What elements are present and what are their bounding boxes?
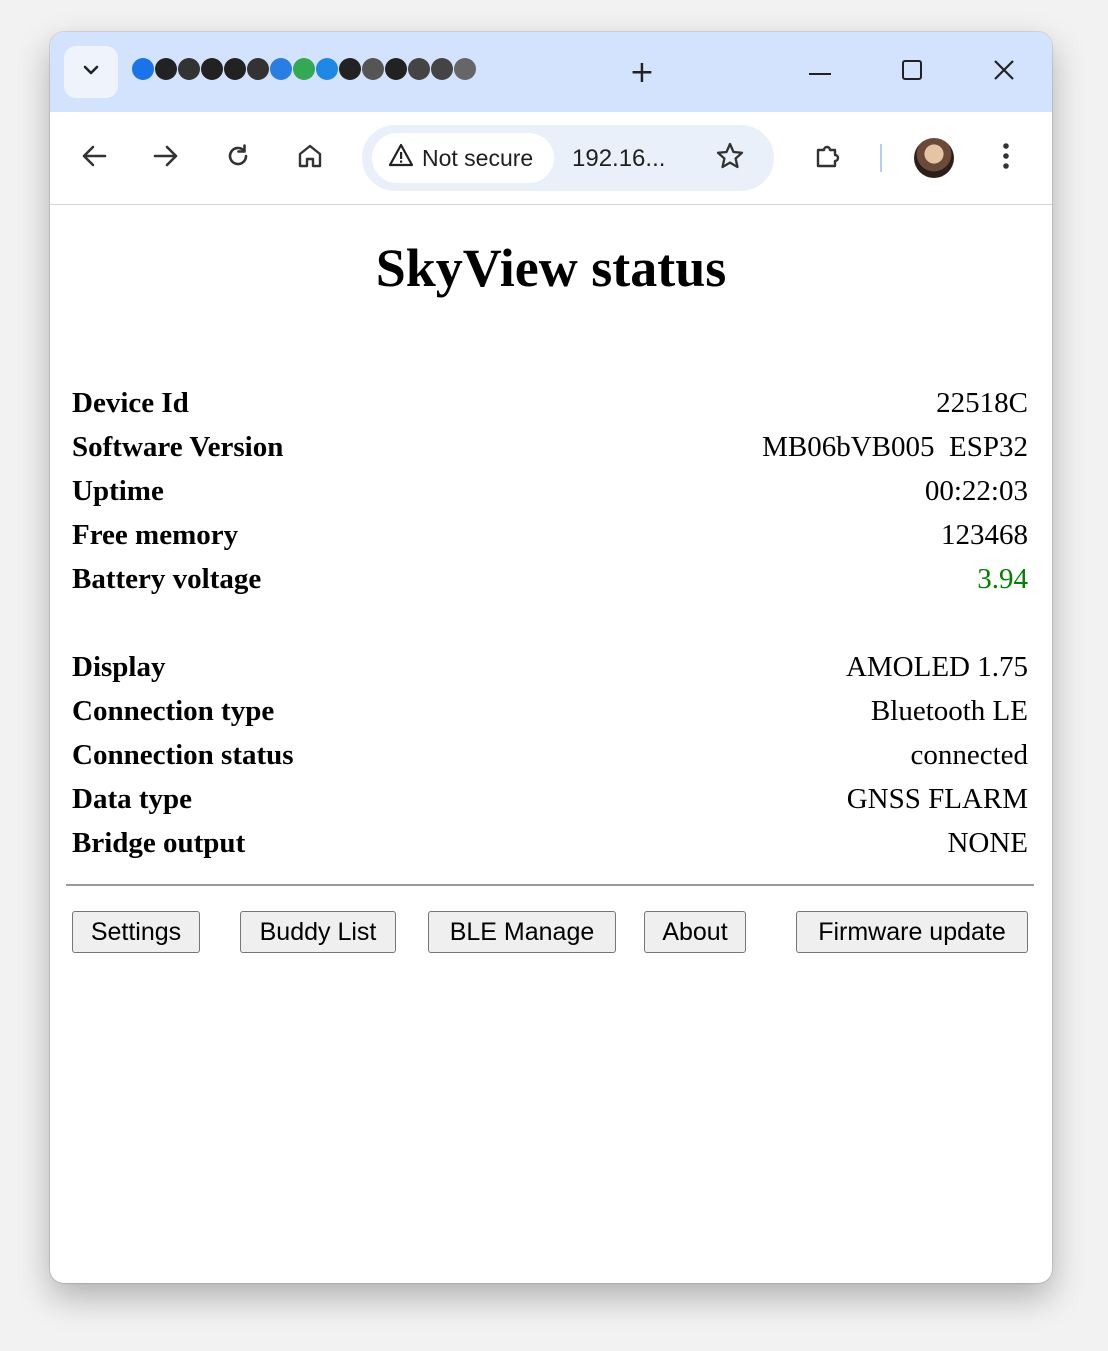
pinned-tab-favicon[interactable] — [293, 58, 315, 80]
status-row-device-id: Device Id 22518C — [72, 381, 1028, 425]
minimize-icon — [809, 63, 831, 81]
close-button[interactable] — [982, 52, 1026, 92]
row-value: AMOLED 1.75 — [845, 650, 1028, 683]
tab-strip: + — [50, 32, 1052, 112]
back-button[interactable] — [72, 136, 116, 180]
new-tab-button[interactable]: + — [622, 50, 662, 94]
row-value: 123468 — [941, 518, 1028, 551]
row-value: 3.94 — [977, 562, 1028, 595]
pinned-tab-favicon[interactable] — [316, 58, 338, 80]
row-label: Connection type — [72, 694, 275, 727]
arrow-right-icon — [153, 144, 179, 173]
profile-avatar[interactable] — [914, 138, 954, 178]
pinned-tab-favicon[interactable] — [431, 58, 453, 80]
settings-button[interactable]: Settings — [72, 911, 200, 953]
row-label: Battery voltage — [72, 562, 262, 595]
status-row-data-type: Data type GNSS FLARM — [72, 777, 1028, 821]
home-icon — [296, 142, 324, 175]
bookmark-button[interactable] — [708, 136, 752, 180]
menu-button[interactable] — [984, 136, 1028, 180]
ble-manage-button[interactable]: BLE Manage — [428, 911, 616, 953]
status-row-uptime: Uptime 00:22:03 — [72, 469, 1028, 513]
row-value: 00:22:03 — [924, 474, 1028, 507]
reload-icon — [225, 143, 251, 174]
status-row-connection-status: Connection status connected — [72, 733, 1028, 777]
row-label: Connection status — [72, 738, 294, 771]
forward-button[interactable] — [144, 136, 188, 180]
puzzle-icon — [813, 141, 843, 176]
status-row-bridge-output: Bridge output NONE — [72, 821, 1028, 865]
status-row-connection-type: Connection type Bluetooth LE — [72, 689, 1028, 733]
warning-icon — [388, 143, 414, 173]
arrow-left-icon — [81, 144, 107, 173]
maximize-icon — [901, 59, 923, 86]
row-label: Software Version — [72, 430, 284, 463]
row-value: connected — [910, 738, 1028, 771]
security-label: Not secure — [422, 144, 534, 171]
pinned-tab-favicon[interactable] — [178, 58, 200, 80]
horizontal-rule — [66, 884, 1034, 886]
reload-button[interactable] — [216, 136, 260, 180]
chevron-down-icon — [82, 63, 100, 81]
row-value: GNSS FLARM — [846, 782, 1028, 815]
row-label: Uptime — [72, 474, 164, 507]
extensions-button[interactable] — [806, 136, 850, 180]
address-bar[interactable]: Not secure 192.16... — [362, 125, 774, 191]
pinned-tab-favicon[interactable] — [132, 58, 154, 80]
status-row-free-memory: Free memory 123468 — [72, 513, 1028, 557]
status-row-software-version: Software Version MB06bVB005 ESP32 — [72, 425, 1028, 469]
pinned-tab-favicon[interactable] — [224, 58, 246, 80]
browser-window: + Not secure 192.16... SkyView status De… — [50, 32, 1052, 1283]
maximize-button[interactable] — [890, 52, 934, 92]
pinned-tab-favicon[interactable] — [408, 58, 430, 80]
home-button[interactable] — [288, 136, 332, 180]
tab-search-button[interactable] — [64, 46, 118, 98]
minimize-button[interactable] — [798, 52, 842, 92]
row-value: 22518C — [936, 386, 1028, 419]
row-value: MB06bVB005 ESP32 — [762, 430, 1028, 463]
page-title: SkyView status — [375, 238, 727, 298]
pinned-tab-favicon[interactable] — [247, 58, 269, 80]
pinned-tab-favicon[interactable] — [270, 58, 292, 80]
browser-toolbar: Not secure 192.16... — [50, 112, 1052, 205]
row-label: Free memory — [72, 518, 239, 551]
pinned-tab-favicon[interactable] — [454, 58, 476, 80]
pinned-tab-favicon[interactable] — [201, 58, 223, 80]
row-value: NONE — [947, 826, 1028, 859]
status-row-display: Display AMOLED 1.75 — [72, 645, 1028, 689]
pinned-tab-favicons — [132, 58, 477, 80]
security-indicator[interactable]: Not secure — [372, 133, 554, 183]
pinned-tab-favicon[interactable] — [362, 58, 384, 80]
row-label: Data type — [72, 782, 193, 815]
url-text[interactable]: 192.16... — [572, 145, 665, 173]
buddy-list-button[interactable]: Buddy List — [240, 911, 396, 953]
firmware-update-button[interactable]: Firmware update — [796, 911, 1028, 953]
pinned-tab-favicon[interactable] — [339, 58, 361, 80]
pinned-tab-favicon[interactable] — [155, 58, 177, 80]
status-row-battery-voltage: Battery voltage 3.94 — [72, 557, 1028, 601]
toolbar-divider — [880, 144, 882, 172]
pinned-tab-favicon[interactable] — [385, 58, 407, 80]
row-label: Display — [72, 650, 166, 683]
more-vert-icon — [1002, 141, 1010, 176]
row-label: Device Id — [72, 386, 189, 419]
close-icon — [993, 59, 1015, 86]
row-label: Bridge output — [72, 826, 246, 859]
star-icon — [715, 141, 745, 176]
page-content: SkyView status Device Id 22518C Software… — [50, 205, 1052, 1283]
row-value: Bluetooth LE — [870, 694, 1028, 727]
about-button[interactable]: About — [644, 911, 746, 953]
